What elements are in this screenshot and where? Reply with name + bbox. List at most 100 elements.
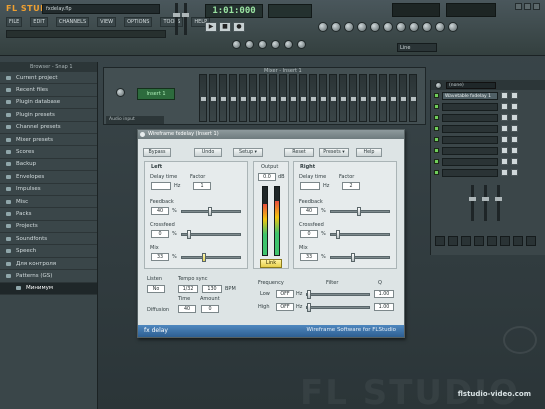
- channel-led[interactable]: [434, 137, 439, 142]
- step-sequencer-icon[interactable]: [331, 22, 341, 32]
- news-icon[interactable]: [448, 22, 458, 32]
- browser-item[interactable]: Plugin database: [0, 97, 97, 110]
- mixer-fader[interactable]: [229, 74, 237, 122]
- browser-item[interactable]: Mixer presets: [0, 134, 97, 147]
- cpu-icon[interactable]: [409, 22, 419, 32]
- diffusion-amount-field[interactable]: 0: [201, 305, 219, 313]
- toolbar-knob[interactable]: [297, 40, 306, 49]
- stop-icon[interactable]: ■: [219, 22, 231, 32]
- browser-item[interactable]: Backup: [0, 159, 97, 172]
- mixer-fader[interactable]: [369, 74, 377, 122]
- step-button[interactable]: [501, 125, 508, 132]
- slider-thumb[interactable]: [307, 290, 311, 299]
- low-freq-field[interactable]: OFF: [276, 290, 294, 298]
- left-mix-field[interactable]: 33: [151, 253, 169, 261]
- slider-thumb[interactable]: [202, 253, 206, 262]
- rack-button[interactable]: [487, 236, 497, 246]
- presets-button[interactable]: Presets ▾: [319, 148, 349, 157]
- gear-icon[interactable]: [140, 132, 145, 137]
- mixer-fader[interactable]: [289, 74, 297, 122]
- rack-button[interactable]: [448, 236, 458, 246]
- step-button[interactable]: [501, 114, 508, 121]
- rack-swing-knob[interactable]: [435, 81, 442, 89]
- mixer-fader[interactable]: [339, 74, 347, 122]
- high-q-field[interactable]: 1.00: [374, 303, 394, 311]
- step-button[interactable]: [511, 125, 518, 132]
- left-delay-time-field[interactable]: [151, 182, 171, 190]
- left-feedback-field[interactable]: 40: [151, 207, 169, 215]
- maximize-icon[interactable]: [524, 3, 531, 10]
- high-filter-slider[interactable]: [306, 303, 370, 312]
- tempo-icon[interactable]: [396, 22, 406, 32]
- browser-item[interactable]: Patterns (GS): [0, 270, 97, 283]
- slider-thumb[interactable]: [307, 303, 311, 312]
- browser-item[interactable]: Channel presets: [0, 122, 97, 134]
- high-freq-field[interactable]: OFF: [276, 303, 294, 311]
- link-button[interactable]: Link: [260, 259, 282, 268]
- toolbar-knob[interactable]: [271, 40, 280, 49]
- rack-button[interactable]: [461, 236, 471, 246]
- right-mix-field[interactable]: 33: [300, 253, 318, 261]
- mixer-fader[interactable]: [269, 74, 277, 122]
- browser-item[interactable]: Plugin presets: [0, 109, 97, 122]
- browser-item[interactable]: Packs: [0, 208, 97, 221]
- mixer-fader[interactable]: [239, 74, 247, 122]
- channel-button[interactable]: [442, 124, 498, 133]
- toolbar-knob[interactable]: [232, 40, 241, 49]
- channel-led[interactable]: [434, 115, 439, 120]
- menu-options[interactable]: OPTIONS: [124, 17, 153, 27]
- right-delay-time-field[interactable]: [300, 182, 320, 190]
- song-title-field[interactable]: fxdelay.flp: [42, 4, 160, 14]
- toolbar-knob[interactable]: [245, 40, 254, 49]
- toolbar-knob[interactable]: [284, 40, 293, 49]
- step-button[interactable]: [501, 103, 508, 110]
- play-icon[interactable]: ▶: [205, 22, 217, 32]
- mixer-fader[interactable]: [359, 74, 367, 122]
- browser-item[interactable]: Scores: [0, 146, 97, 159]
- browser-item[interactable]: Current project: [0, 72, 97, 85]
- plugin-icon[interactable]: [383, 22, 393, 32]
- mixer-fader[interactable]: [259, 74, 267, 122]
- browser-item[interactable]: Misc: [0, 196, 97, 209]
- rack-button[interactable]: [500, 236, 510, 246]
- right-feedback-slider[interactable]: [330, 207, 390, 216]
- mixer-fader[interactable]: [329, 74, 337, 122]
- channel-led[interactable]: [434, 170, 439, 175]
- channel-button[interactable]: [442, 113, 498, 122]
- mixer-fader[interactable]: [219, 74, 227, 122]
- playlist-icon[interactable]: [318, 22, 328, 32]
- step-button[interactable]: [511, 158, 518, 165]
- step-button[interactable]: [501, 92, 508, 99]
- step-button[interactable]: [501, 158, 508, 165]
- step-button[interactable]: [511, 114, 518, 121]
- mixer-route-label[interactable]: Audio input: [106, 116, 164, 124]
- menu-channels[interactable]: CHANNELS: [55, 17, 90, 27]
- master-pitch-fader[interactable]: [182, 3, 189, 35]
- mixer-fader[interactable]: [199, 74, 207, 122]
- mixer-icon[interactable]: [370, 22, 380, 32]
- mixer-pan-knob[interactable]: [116, 88, 125, 97]
- mixer-fader[interactable]: [319, 74, 327, 122]
- slider-thumb[interactable]: [336, 230, 340, 239]
- mixer-fader[interactable]: [279, 74, 287, 122]
- channel-button[interactable]: [442, 135, 498, 144]
- step-button[interactable]: [511, 147, 518, 154]
- memory-icon[interactable]: [422, 22, 432, 32]
- step-button[interactable]: [511, 136, 518, 143]
- minimize-icon[interactable]: [515, 3, 522, 10]
- channel-led[interactable]: [434, 159, 439, 164]
- step-button[interactable]: [511, 92, 518, 99]
- channel-button[interactable]: Wavetable fxdelay 1: [442, 91, 498, 100]
- mixer-fader[interactable]: [389, 74, 397, 122]
- step-button[interactable]: [501, 147, 508, 154]
- menu-edit[interactable]: EDIT: [30, 17, 48, 27]
- right-mix-slider[interactable]: [330, 253, 390, 262]
- online-icon[interactable]: [435, 22, 445, 32]
- browser-item[interactable]: Speech: [0, 245, 97, 258]
- slider-thumb[interactable]: [208, 207, 212, 216]
- browser-subitem[interactable]: Минимум: [0, 282, 97, 296]
- channel-led[interactable]: [434, 126, 439, 131]
- mixer-fader[interactable]: [349, 74, 357, 122]
- rack-button[interactable]: [435, 236, 445, 246]
- slider-thumb[interactable]: [357, 207, 361, 216]
